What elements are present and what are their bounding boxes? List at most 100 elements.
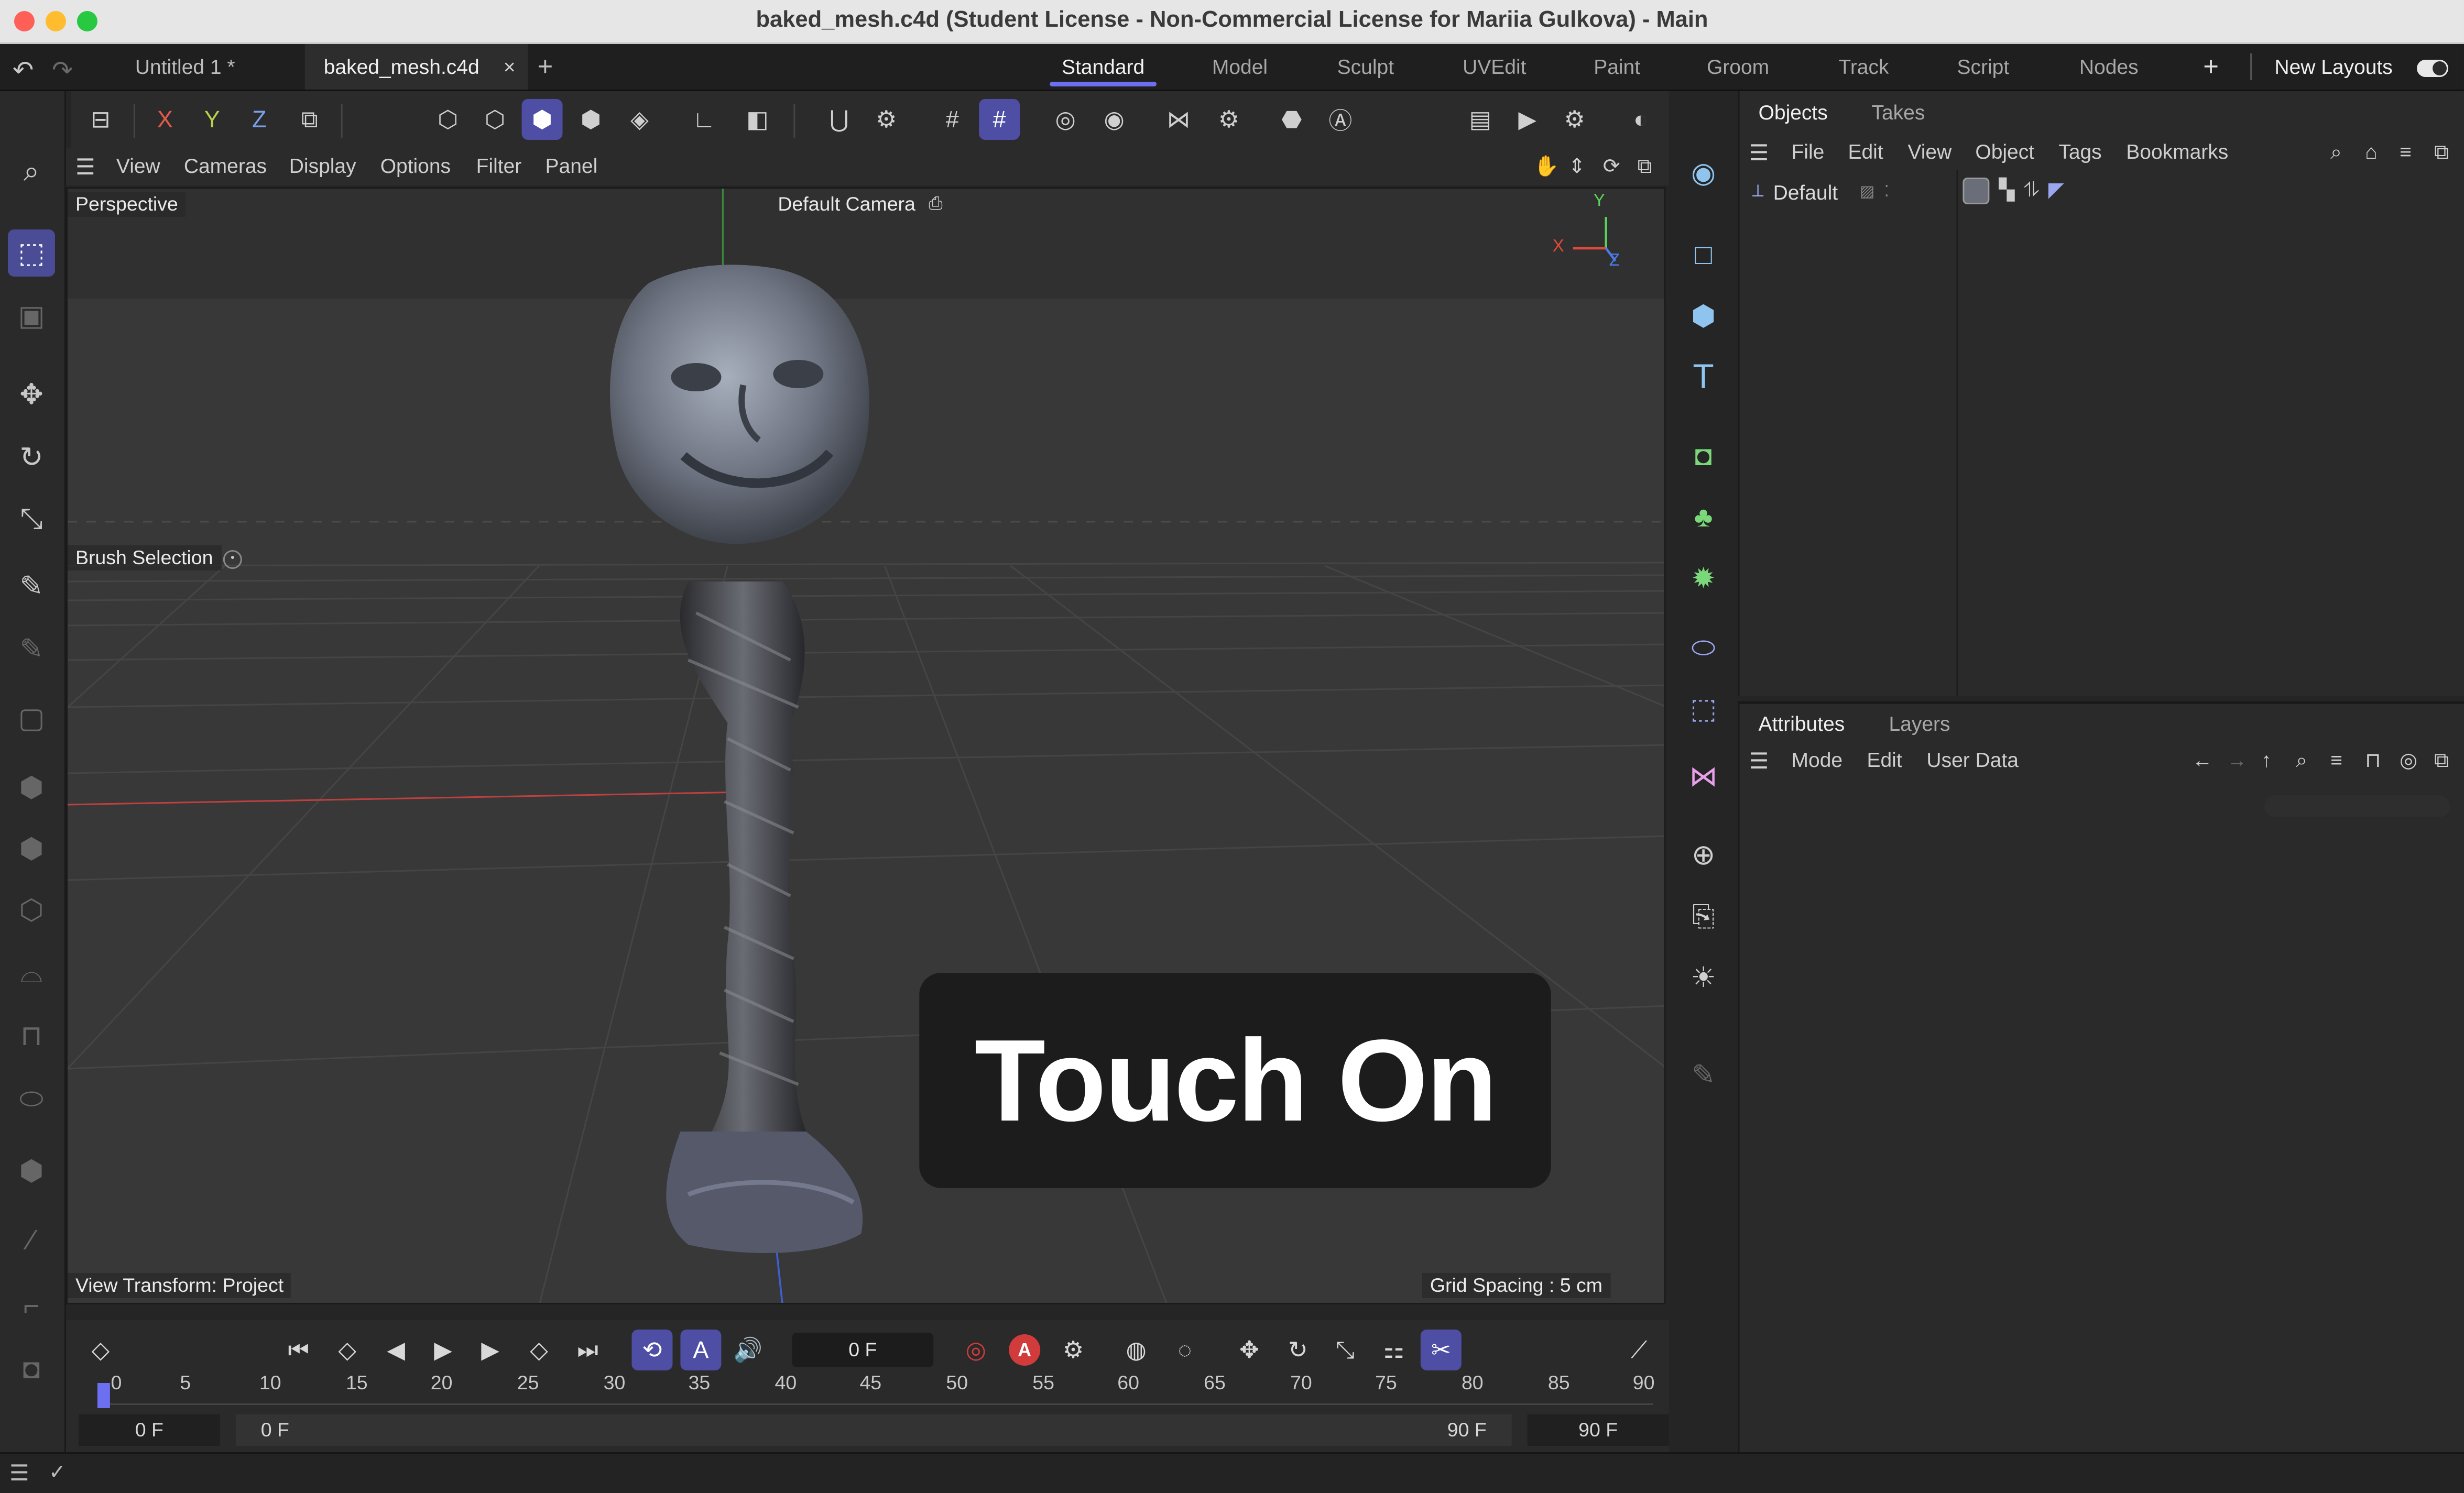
key-rotate-icon[interactable]: ↻ <box>1278 1330 1318 1370</box>
range-slider[interactable]: 0 F 90 F <box>235 1414 1512 1446</box>
spline-tool-icon[interactable]: ✎ <box>8 625 55 673</box>
undo-icon[interactable]: ↶ <box>13 55 34 86</box>
coordinate-system-icon[interactable]: ⧉ <box>289 99 330 140</box>
keyframe-icon[interactable]: ◇ <box>80 1330 121 1370</box>
viewport-menu-icon[interactable]: ☰ <box>75 154 95 181</box>
scale-tool-icon[interactable]: ⤡ <box>8 495 55 542</box>
paint-tool-icon[interactable]: ⌐ <box>8 1282 55 1330</box>
magnet-tool-icon[interactable]: ⊓ <box>8 1012 55 1059</box>
up-arrow-icon[interactable]: ↑ <box>2261 748 2271 772</box>
deformer-object-icon[interactable]: ⬭ <box>1678 622 1729 673</box>
cloner-object-icon[interactable]: ♣ <box>1678 492 1729 542</box>
record-icon[interactable]: ◎ <box>955 1330 996 1370</box>
layout-tab-model[interactable]: Model <box>1204 44 1276 90</box>
polygons-mode-icon[interactable]: ⬢ <box>521 99 563 140</box>
scene-camera-icon[interactable]: ⎘ <box>1678 891 1729 941</box>
attributes-menu-user-data[interactable]: User Data <box>1926 748 2019 772</box>
bevel-tool-icon[interactable]: ⬢ <box>8 764 55 811</box>
playback-rate-icon[interactable]: A <box>680 1330 722 1370</box>
tab-takes[interactable]: Takes <box>1871 101 1925 124</box>
live-selection-icon[interactable]: ⬚ <box>7 229 55 277</box>
key-param-icon[interactable]: ⚏ <box>1373 1330 1414 1370</box>
plane-object-icon[interactable]: □ <box>1678 229 1729 280</box>
search-icon[interactable]: ⌕ <box>2330 140 2342 165</box>
fcurve-icon[interactable]: ⟋ <box>1619 1330 1660 1370</box>
home-icon[interactable]: ⌂ <box>2365 140 2378 163</box>
render-region-icon[interactable]: ▤ <box>1460 99 1501 140</box>
objects-menu-edit[interactable]: Edit <box>1848 140 1883 163</box>
bridge-tool-icon[interactable]: ⬡ <box>8 886 55 934</box>
auto-icon[interactable]: Ⓐ <box>1320 99 1361 140</box>
new-tab-button[interactable]: + <box>538 44 569 90</box>
search-icon[interactable]: ⌕ <box>2296 748 2307 773</box>
text-object-icon[interactable]: T <box>1678 352 1729 402</box>
brush-tool-icon[interactable]: ⁄ <box>8 1216 55 1264</box>
orbit-view-icon[interactable]: ⟳ <box>1603 154 1620 179</box>
key-position-icon[interactable]: ◍ <box>1116 1330 1157 1370</box>
key-scale-icon[interactable]: ⤡ <box>1325 1330 1366 1370</box>
pan-view-icon[interactable]: ✋ <box>1534 154 1560 179</box>
camera-object-icon[interactable]: ◉ <box>1678 148 1729 198</box>
axis-z-lock-button[interactable]: Z <box>239 99 280 140</box>
symmetry-settings-icon[interactable]: ◉ <box>1094 99 1135 140</box>
search-icon[interactable]: ⌕ <box>8 148 55 195</box>
edges-mode-icon[interactable]: ⬡ <box>475 99 516 140</box>
loop-icon[interactable]: ⟲ <box>631 1330 673 1370</box>
status-menu-icon[interactable]: ☰ <box>9 1460 29 1487</box>
close-tab-icon[interactable]: × <box>504 44 516 90</box>
menu-panel[interactable]: Panel <box>546 154 598 178</box>
filter-icon[interactable]: ≡ <box>2400 140 2412 163</box>
effector-object-icon[interactable]: ✹ <box>1678 553 1729 603</box>
attributes-menu-mode[interactable]: Mode <box>1792 748 1843 772</box>
back-arrow-icon[interactable]: ← <box>2192 748 2212 772</box>
key-pla-icon[interactable]: ✂ <box>1420 1330 1462 1370</box>
new-window-icon[interactable]: ⧉ <box>2434 748 2449 773</box>
maximize-view-icon[interactable]: ⧉ <box>1638 154 1652 179</box>
visibility-dots-icon[interactable]: ⁚ <box>1884 183 1889 201</box>
pen-tool-icon[interactable]: ✎ <box>8 563 55 610</box>
edit-render-icon[interactable]: ✎ <box>1678 1050 1729 1100</box>
target-icon[interactable]: ◎ <box>2400 748 2417 773</box>
viewport-perspective[interactable]: Y X Z Perspective Default Camera ⎙ Brush… <box>66 187 1666 1304</box>
playhead[interactable] <box>97 1383 110 1408</box>
objects-menu-view[interactable]: View <box>1907 140 1951 163</box>
layout-tab-groom[interactable]: Groom <box>1704 44 1773 90</box>
object-row-default[interactable]: ⟂ Default ▨ ⁚ <box>1752 179 1889 204</box>
axis-mode-icon[interactable]: ∟ <box>683 99 724 140</box>
range-start-field[interactable]: 0 F <box>78 1414 220 1446</box>
tab-layers[interactable]: Layers <box>1889 712 1950 735</box>
dolly-view-icon[interactable]: ⇕ <box>1568 154 1586 179</box>
layout-tab-track[interactable]: Track <box>1833 44 1895 90</box>
redo-icon[interactable]: ↷ <box>52 55 73 86</box>
render-queue-icon[interactable]: ◐ <box>1620 99 1661 140</box>
previous-key-icon[interactable]: ◇ <box>327 1330 368 1370</box>
normal-tag-icon[interactable]: ⥮ <box>2024 178 2038 204</box>
menu-cameras[interactable]: Cameras <box>184 154 267 178</box>
spline-object-icon[interactable]: ⬚ <box>1678 684 1729 734</box>
cube-object-icon[interactable]: ⬢ <box>1678 291 1729 341</box>
objects-menu-bookmarks[interactable]: Bookmarks <box>2126 140 2228 163</box>
autokey-button[interactable]: A <box>1004 1330 1045 1370</box>
layout-tab-paint[interactable]: Paint <box>1587 44 1647 90</box>
uvw-tag-icon[interactable]: ▚ <box>1999 178 2014 204</box>
add-layout-button[interactable]: + <box>2197 44 2225 90</box>
next-key-icon[interactable]: ◇ <box>519 1330 560 1370</box>
menu-view[interactable]: View <box>116 154 160 178</box>
attributes-search-field[interactable] <box>2264 795 2450 817</box>
points-mode-icon[interactable]: ⬡ <box>428 99 468 140</box>
workplane-tool-icon[interactable]: ◘ <box>8 1345 55 1392</box>
new-layouts-toggle[interactable] <box>2417 60 2449 77</box>
render-view-icon[interactable]: ▶ <box>1507 99 1548 140</box>
layout-tab-script[interactable]: Script <box>1951 44 2014 90</box>
go-to-end-icon[interactable]: ⏭ <box>568 1330 608 1370</box>
symmetry-icon[interactable]: ⋈ <box>1158 99 1199 140</box>
environment-object-icon[interactable]: ⊕ <box>1678 830 1729 880</box>
axis-y-lock-button[interactable]: Y <box>192 99 233 140</box>
key-rotation-icon[interactable]: ◌ <box>1164 1330 1205 1370</box>
tab-objects[interactable]: Objects <box>1759 101 1828 124</box>
attributes-menu-edit[interactable]: Edit <box>1867 748 1902 772</box>
status-check-icon[interactable]: ✓ <box>49 1460 66 1485</box>
axis-x-lock-button[interactable]: X <box>145 99 186 140</box>
menu-options[interactable]: Options <box>380 154 451 178</box>
layout-tab-sculpt[interactable]: Sculpt <box>1329 44 1402 90</box>
